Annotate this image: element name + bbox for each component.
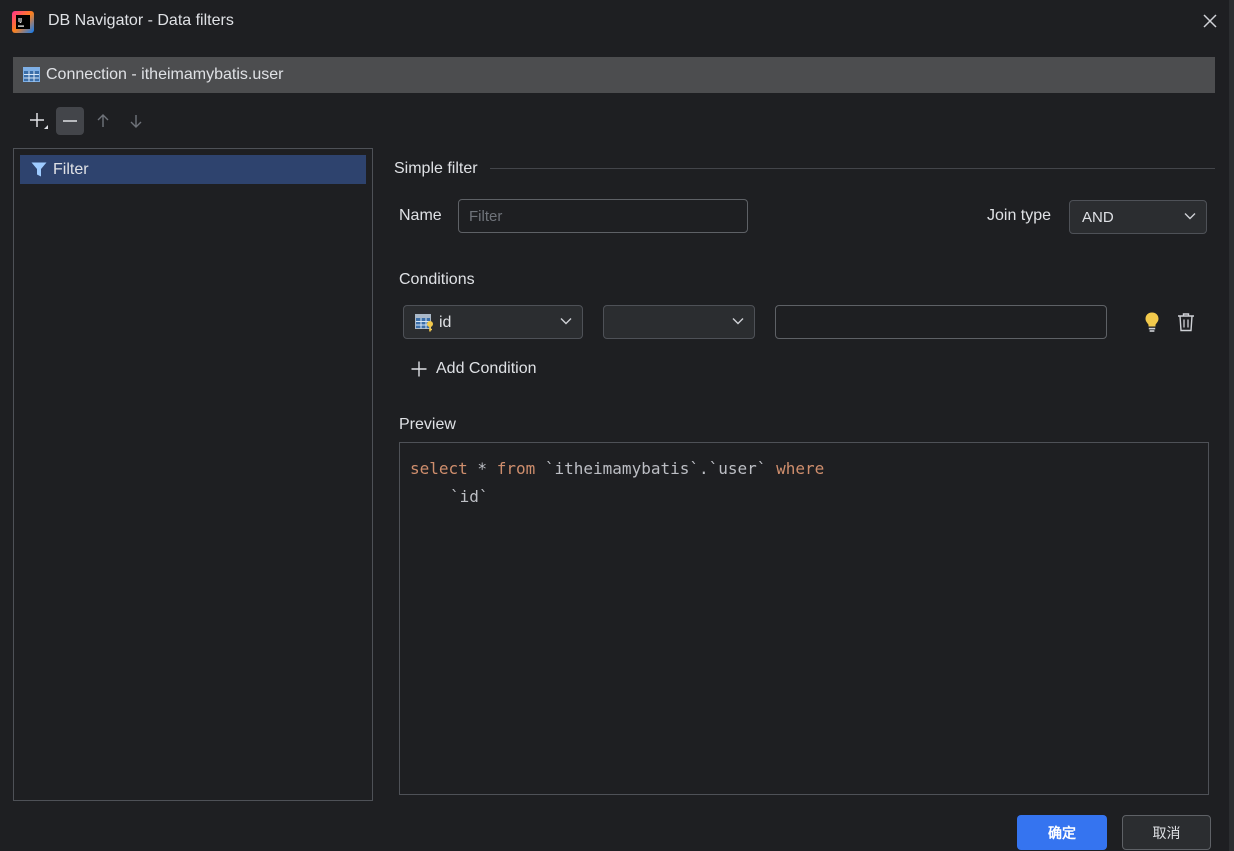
chevron-down-icon [560,318,572,325]
add-condition-button[interactable]: Add Condition [410,357,537,381]
condition-column-value: id [439,314,452,331]
ok-button[interactable]: 确定 [1017,815,1107,850]
filter-list-item-label: Filter [53,161,89,178]
filter-list-item[interactable]: Filter [20,155,366,184]
intellij-logo-icon: IJ [12,11,34,33]
name-input[interactable] [458,199,748,233]
condition-value-input[interactable] [775,305,1107,339]
sql-preview-line: `id` [450,487,489,506]
filter-list: Filter [13,148,373,801]
connection-header: Connection - itheimamybatis.user [13,57,1215,93]
preview-label: Preview [399,416,456,433]
svg-text:IJ: IJ [18,18,22,24]
sql-table-name: `itheimamybatis`.`user` [535,459,777,478]
remove-filter-button[interactable] [56,107,84,135]
section-divider [490,168,1215,169]
chevron-down-icon [1184,213,1196,220]
chevron-down-icon [732,318,744,325]
trash-icon[interactable] [1177,312,1195,332]
table-icon [23,67,40,82]
plus-icon [411,361,427,377]
sql-keyword-from: from [496,459,536,478]
sql-star: * [467,459,497,478]
name-label: Name [399,207,442,224]
join-type-label: Join type [987,207,1052,224]
add-condition-label: Add Condition [436,360,537,377]
sql-keyword-select: select [410,459,468,478]
join-type-select[interactable]: AND [1069,200,1207,234]
title-bar: IJ DB Navigator - Data filters [0,0,1234,44]
simple-filter-title: Simple filter [394,160,478,177]
join-type-value: AND [1082,209,1114,226]
plus-icon [30,113,48,129]
table-column-key-icon [415,314,433,332]
condition-operator-select[interactable] [603,305,755,339]
sql-preview: select * from `itheimamybatis`.`user` wh… [399,442,1209,795]
minus-icon [63,120,77,122]
arrow-down-icon [130,115,142,128]
move-up-button[interactable] [89,107,117,135]
connection-label: Connection - itheimamybatis.user [46,66,284,83]
window-edge [1229,0,1234,851]
window-title: DB Navigator - Data filters [48,12,234,29]
sql-preview-line: select * from `itheimamybatis`.`user` wh… [410,459,824,478]
funnel-icon [31,162,47,177]
move-down-button[interactable] [122,107,150,135]
cancel-button[interactable]: 取消 [1122,815,1211,850]
add-filter-button[interactable] [24,107,52,135]
arrow-up-icon [97,114,109,127]
sql-column-name: `id` [450,487,489,506]
close-icon[interactable] [1198,9,1222,33]
sql-keyword-where: where [776,459,825,478]
lightbulb-icon[interactable] [1143,311,1161,333]
conditions-label: Conditions [399,271,475,288]
condition-column-select[interactable]: id [403,305,583,339]
